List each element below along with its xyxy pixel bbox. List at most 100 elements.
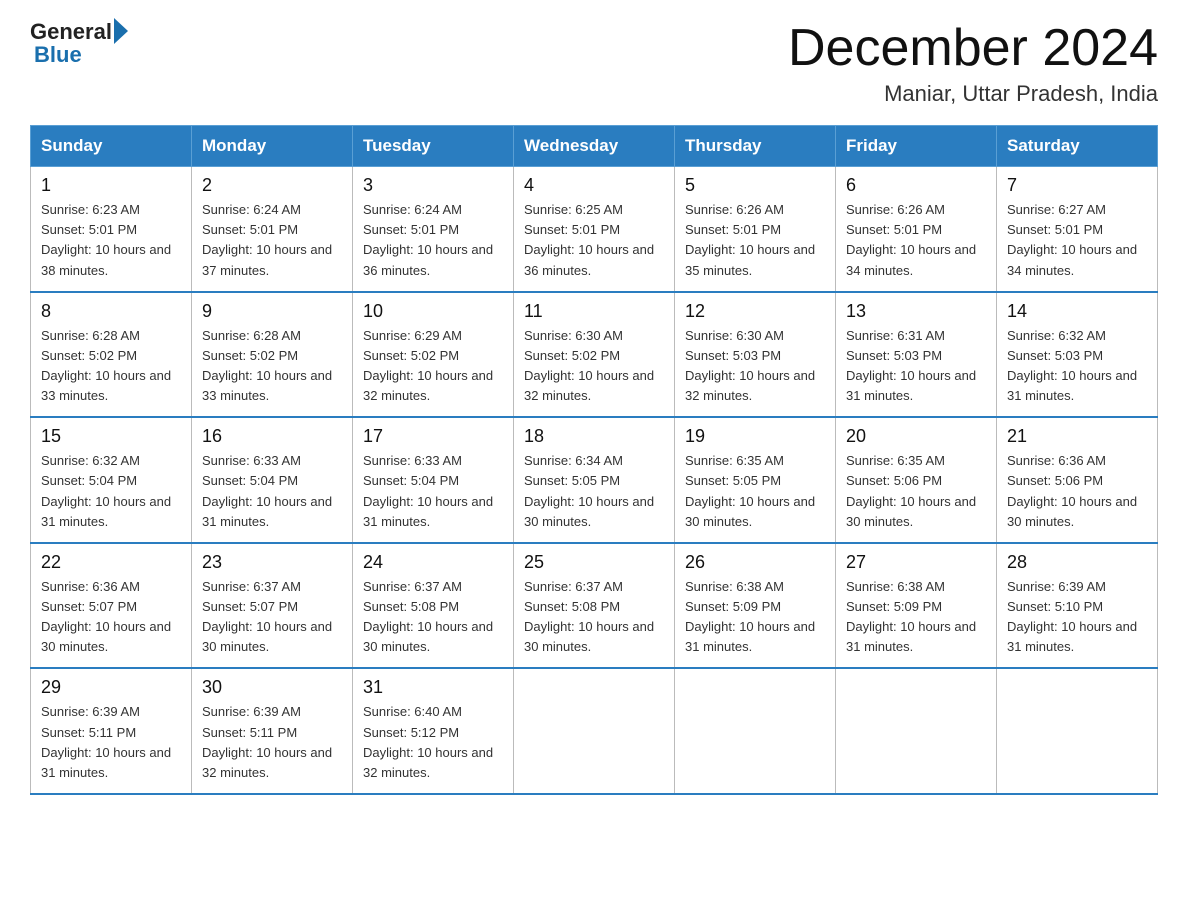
- day-number: 16: [202, 426, 342, 447]
- calendar-day-cell: 4 Sunrise: 6:25 AMSunset: 5:01 PMDaylight…: [514, 167, 675, 292]
- calendar-day-cell: 17 Sunrise: 6:33 AMSunset: 5:04 PMDayligh…: [353, 417, 514, 543]
- calendar-header-tuesday: Tuesday: [353, 126, 514, 167]
- calendar-day-cell: 1Sunrise: 6:23 AMSunset: 5:01 PMDaylight…: [31, 167, 192, 292]
- day-info: Sunrise: 6:30 AMSunset: 5:02 PMDaylight:…: [524, 326, 664, 407]
- calendar-day-cell: 25 Sunrise: 6:37 AMSunset: 5:08 PMDayligh…: [514, 543, 675, 669]
- day-info: Sunrise: 6:36 AMSunset: 5:06 PMDaylight:…: [1007, 451, 1147, 532]
- calendar-day-cell: 27 Sunrise: 6:38 AMSunset: 5:09 PMDayligh…: [836, 543, 997, 669]
- day-number: 14: [1007, 301, 1147, 322]
- day-info: Sunrise: 6:25 AMSunset: 5:01 PMDaylight:…: [524, 200, 664, 281]
- calendar-header-friday: Friday: [836, 126, 997, 167]
- day-info: Sunrise: 6:28 AMSunset: 5:02 PMDaylight:…: [41, 326, 181, 407]
- calendar-day-cell: 5 Sunrise: 6:26 AMSunset: 5:01 PMDaylight…: [675, 167, 836, 292]
- day-info: Sunrise: 6:32 AMSunset: 5:03 PMDaylight:…: [1007, 326, 1147, 407]
- day-info: Sunrise: 6:33 AMSunset: 5:04 PMDaylight:…: [202, 451, 342, 532]
- day-number: 17: [363, 426, 503, 447]
- subtitle: Maniar, Uttar Pradesh, India: [788, 81, 1158, 107]
- day-number: 31: [363, 677, 503, 698]
- day-number: 15: [41, 426, 181, 447]
- day-number: 13: [846, 301, 986, 322]
- calendar-day-cell: 20 Sunrise: 6:35 AMSunset: 5:06 PMDayligh…: [836, 417, 997, 543]
- day-number: 30: [202, 677, 342, 698]
- day-number: 7: [1007, 175, 1147, 196]
- day-number: 2: [202, 175, 342, 196]
- day-info: Sunrise: 6:35 AMSunset: 5:06 PMDaylight:…: [846, 451, 986, 532]
- day-number: 12: [685, 301, 825, 322]
- day-number: 20: [846, 426, 986, 447]
- day-number: 27: [846, 552, 986, 573]
- calendar-day-cell: 19Sunrise: 6:35 AMSunset: 5:05 PMDayligh…: [675, 417, 836, 543]
- calendar-day-cell: 14 Sunrise: 6:32 AMSunset: 5:03 PMDayligh…: [997, 292, 1158, 418]
- day-info: Sunrise: 6:37 AMSunset: 5:07 PMDaylight:…: [202, 577, 342, 658]
- day-info: Sunrise: 6:38 AMSunset: 5:09 PMDaylight:…: [846, 577, 986, 658]
- logo: General Blue: [30, 20, 128, 66]
- calendar-day-cell: 10 Sunrise: 6:29 AMSunset: 5:02 PMDayligh…: [353, 292, 514, 418]
- logo-text-general: General: [30, 21, 112, 43]
- logo-text-blue: Blue: [34, 44, 128, 66]
- page-title: December 2024: [788, 20, 1158, 77]
- day-number: 11: [524, 301, 664, 322]
- day-info: Sunrise: 6:34 AMSunset: 5:05 PMDaylight:…: [524, 451, 664, 532]
- calendar-day-cell: 21Sunrise: 6:36 AMSunset: 5:06 PMDayligh…: [997, 417, 1158, 543]
- day-info: Sunrise: 6:39 AMSunset: 5:11 PMDaylight:…: [202, 702, 342, 783]
- day-info: Sunrise: 6:39 AMSunset: 5:11 PMDaylight:…: [41, 702, 181, 783]
- calendar-day-cell: 7Sunrise: 6:27 AMSunset: 5:01 PMDaylight…: [997, 167, 1158, 292]
- day-number: 26: [685, 552, 825, 573]
- calendar-table: SundayMondayTuesdayWednesdayThursdayFrid…: [30, 125, 1158, 795]
- title-block: December 2024 Maniar, Uttar Pradesh, Ind…: [788, 20, 1158, 107]
- day-info: Sunrise: 6:24 AMSunset: 5:01 PMDaylight:…: [202, 200, 342, 281]
- day-number: 3: [363, 175, 503, 196]
- calendar-header-thursday: Thursday: [675, 126, 836, 167]
- day-number: 19: [685, 426, 825, 447]
- calendar-week-row: 22Sunrise: 6:36 AMSunset: 5:07 PMDayligh…: [31, 543, 1158, 669]
- day-number: 6: [846, 175, 986, 196]
- calendar-day-cell: 3 Sunrise: 6:24 AMSunset: 5:01 PMDaylight…: [353, 167, 514, 292]
- day-number: 5: [685, 175, 825, 196]
- day-number: 9: [202, 301, 342, 322]
- day-info: Sunrise: 6:31 AMSunset: 5:03 PMDaylight:…: [846, 326, 986, 407]
- calendar-day-cell: 8 Sunrise: 6:28 AMSunset: 5:02 PMDaylight…: [31, 292, 192, 418]
- calendar-week-row: 29 Sunrise: 6:39 AMSunset: 5:11 PMDayligh…: [31, 668, 1158, 794]
- calendar-day-cell: 2 Sunrise: 6:24 AMSunset: 5:01 PMDaylight…: [192, 167, 353, 292]
- day-info: Sunrise: 6:23 AMSunset: 5:01 PMDaylight:…: [41, 200, 181, 281]
- calendar-header-wednesday: Wednesday: [514, 126, 675, 167]
- calendar-day-cell: 16 Sunrise: 6:33 AMSunset: 5:04 PMDayligh…: [192, 417, 353, 543]
- day-info: Sunrise: 6:28 AMSunset: 5:02 PMDaylight:…: [202, 326, 342, 407]
- calendar-day-cell: 30 Sunrise: 6:39 AMSunset: 5:11 PMDayligh…: [192, 668, 353, 794]
- calendar-header-sunday: Sunday: [31, 126, 192, 167]
- calendar-day-cell: 6 Sunrise: 6:26 AMSunset: 5:01 PMDaylight…: [836, 167, 997, 292]
- day-info: Sunrise: 6:30 AMSunset: 5:03 PMDaylight:…: [685, 326, 825, 407]
- day-number: 23: [202, 552, 342, 573]
- calendar-day-cell: 9 Sunrise: 6:28 AMSunset: 5:02 PMDaylight…: [192, 292, 353, 418]
- calendar-day-cell: [675, 668, 836, 794]
- day-number: 4: [524, 175, 664, 196]
- calendar-day-cell: [514, 668, 675, 794]
- day-info: Sunrise: 6:26 AMSunset: 5:01 PMDaylight:…: [846, 200, 986, 281]
- calendar-week-row: 1Sunrise: 6:23 AMSunset: 5:01 PMDaylight…: [31, 167, 1158, 292]
- day-info: Sunrise: 6:29 AMSunset: 5:02 PMDaylight:…: [363, 326, 503, 407]
- calendar-day-cell: 13 Sunrise: 6:31 AMSunset: 5:03 PMDayligh…: [836, 292, 997, 418]
- day-number: 25: [524, 552, 664, 573]
- calendar-day-cell: 26 Sunrise: 6:38 AMSunset: 5:09 PMDayligh…: [675, 543, 836, 669]
- calendar-week-row: 8 Sunrise: 6:28 AMSunset: 5:02 PMDaylight…: [31, 292, 1158, 418]
- day-number: 10: [363, 301, 503, 322]
- day-info: Sunrise: 6:24 AMSunset: 5:01 PMDaylight:…: [363, 200, 503, 281]
- calendar-day-cell: 12 Sunrise: 6:30 AMSunset: 5:03 PMDayligh…: [675, 292, 836, 418]
- calendar-header-row: SundayMondayTuesdayWednesdayThursdayFrid…: [31, 126, 1158, 167]
- day-info: Sunrise: 6:37 AMSunset: 5:08 PMDaylight:…: [363, 577, 503, 658]
- day-info: Sunrise: 6:26 AMSunset: 5:01 PMDaylight:…: [685, 200, 825, 281]
- calendar-header-saturday: Saturday: [997, 126, 1158, 167]
- day-number: 29: [41, 677, 181, 698]
- logo-arrow-icon: [114, 18, 128, 44]
- day-info: Sunrise: 6:33 AMSunset: 5:04 PMDaylight:…: [363, 451, 503, 532]
- calendar-day-cell: 29 Sunrise: 6:39 AMSunset: 5:11 PMDayligh…: [31, 668, 192, 794]
- day-info: Sunrise: 6:37 AMSunset: 5:08 PMDaylight:…: [524, 577, 664, 658]
- day-info: Sunrise: 6:38 AMSunset: 5:09 PMDaylight:…: [685, 577, 825, 658]
- day-number: 8: [41, 301, 181, 322]
- calendar-day-cell: 23 Sunrise: 6:37 AMSunset: 5:07 PMDayligh…: [192, 543, 353, 669]
- header: General Blue December 2024 Maniar, Uttar…: [30, 20, 1158, 107]
- day-number: 18: [524, 426, 664, 447]
- calendar-day-cell: 24Sunrise: 6:37 AMSunset: 5:08 PMDayligh…: [353, 543, 514, 669]
- calendar-week-row: 15Sunrise: 6:32 AMSunset: 5:04 PMDayligh…: [31, 417, 1158, 543]
- calendar-day-cell: [997, 668, 1158, 794]
